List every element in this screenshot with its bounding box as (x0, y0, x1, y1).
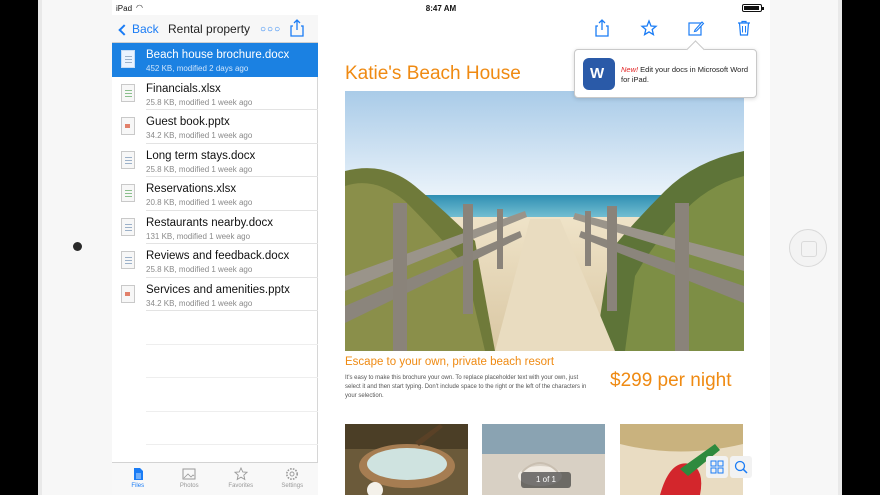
tab-photos[interactable]: Photos (164, 463, 216, 495)
file-row[interactable]: Reservations.xlsx 20.8 KB, modified 1 we… (121, 177, 318, 211)
file-row[interactable]: Beach house brochure.docx 452 KB, modifi… (112, 43, 318, 77)
popover-message: New! Edit your docs in Microsoft Word fo… (621, 65, 753, 85)
tab-bar: Files Photos Favorites Settings (112, 462, 318, 495)
share-icon[interactable] (593, 19, 611, 37)
back-label: Back (132, 22, 159, 36)
file-sidebar: Back Rental property ○○○ Beach house bro… (112, 15, 318, 495)
status-time: 8:47 AM (425, 4, 457, 13)
document-toolbar (318, 15, 770, 43)
docx-file-icon (121, 50, 135, 68)
star-icon[interactable] (640, 19, 658, 37)
page-indicator: 1 of 1 (521, 472, 571, 488)
tab-label: Photos (179, 483, 199, 489)
empty-row (146, 311, 318, 345)
empty-row (146, 412, 318, 445)
file-meta: 131 KB, modified 1 week ago (146, 231, 251, 241)
file-list: Beach house brochure.docx 452 KB, modifi… (112, 43, 318, 445)
file-name: Long term stays.docx (146, 149, 256, 162)
folder-title: Rental property (168, 22, 251, 36)
word-app-icon (583, 58, 615, 90)
tab-label: Files (131, 483, 145, 489)
file-row[interactable]: Long term stays.docx 25.8 KB, modified 1… (121, 144, 318, 177)
tab-label: Favorites (228, 483, 254, 489)
document-title: Katie's Beach House (345, 63, 521, 84)
empty-row (146, 345, 318, 378)
file-meta: 34.2 KB, modified 1 week ago (146, 131, 253, 140)
document-view[interactable]: Katie's Beach House Escape to your own, … (318, 43, 770, 495)
bath-salt-image (345, 424, 468, 495)
tab-files[interactable]: Files (112, 463, 164, 495)
document-tagline: Escape to your own, private beach resort (345, 356, 555, 368)
sidebar-nav-bar: Back Rental property ○○○ (112, 15, 318, 43)
file-name: Restaurants nearby.docx (146, 216, 273, 229)
screen: iPad ◠ 8:47 AM Back Rental property ○○○ … (112, 0, 770, 495)
grid-icon[interactable] (706, 456, 728, 478)
file-meta: 25.8 KB, modified 1 week ago (146, 97, 253, 107)
docx-file-icon (121, 217, 135, 236)
xlsx-file-icon (121, 83, 135, 102)
file-name: Guest book.pptx (146, 116, 230, 128)
tab-label: Settings (281, 483, 304, 489)
edit-icon[interactable] (687, 19, 705, 37)
file-meta: 20.8 KB, modified 1 week ago (146, 198, 253, 207)
trash-icon[interactable] (735, 19, 753, 37)
file-row[interactable]: Reviews and feedback.docx 25.8 KB, modif… (121, 244, 318, 278)
file-row[interactable]: Guest book.pptx 34.2 KB, modified 1 week… (121, 110, 318, 144)
file-meta: 34.2 KB, modified 1 week ago (146, 298, 253, 308)
file-meta: 25.8 KB, modified 1 week ago (146, 265, 253, 274)
bezel-left (0, 0, 112, 495)
file-row[interactable]: Financials.xlsx 25.8 KB, modified 1 week… (121, 77, 318, 110)
battery-icon (742, 4, 764, 12)
more-icon[interactable]: ○○○ (260, 24, 281, 35)
home-button[interactable] (789, 229, 827, 267)
file-row[interactable]: Restaurants nearby.docx 131 KB, modified… (121, 211, 318, 244)
price-label: $299 per night (610, 370, 732, 391)
chevron-left-icon (118, 23, 130, 36)
file-meta: 25.8 KB, modified 1 week ago (146, 164, 253, 174)
search-icon[interactable] (730, 456, 752, 478)
file-name: Services and amenities.pptx (146, 283, 290, 296)
back-button[interactable]: Back (118, 22, 159, 36)
star-icon (233, 467, 248, 481)
popover-text: Edit your docs in Microsoft Word for iPa… (621, 65, 748, 84)
document-icon (133, 468, 143, 480)
pptx-file-icon (121, 117, 135, 135)
file-name: Financials.xlsx (146, 82, 221, 95)
document-body: It's easy to make this brochure your own… (345, 375, 587, 399)
photo-icon (182, 468, 196, 480)
empty-row (146, 378, 318, 412)
camera (73, 242, 82, 251)
file-name: Reservations.xlsx (146, 183, 237, 195)
share-icon[interactable] (289, 19, 305, 37)
status-bar: iPad ◠ 8:47 AM (112, 0, 770, 15)
file-row[interactable]: Services and amenities.pptx 34.2 KB, mod… (121, 278, 318, 311)
docx-file-icon (121, 251, 135, 269)
tab-settings[interactable]: Settings (267, 463, 319, 495)
file-name: Reviews and feedback.docx (146, 250, 290, 262)
pptx-file-icon (121, 284, 135, 303)
beach-boardwalk-image (345, 91, 744, 351)
tab-favorites[interactable]: Favorites (215, 463, 267, 495)
file-name: Beach house brochure.docx (146, 49, 290, 61)
new-badge: New! (621, 65, 639, 74)
gear-icon (286, 468, 299, 480)
file-meta: 452 KB, modified 2 days ago (146, 64, 249, 73)
word-promo-popover[interactable]: New! Edit your docs in Microsoft Word fo… (574, 49, 757, 98)
docx-file-icon (121, 150, 135, 169)
xlsx-file-icon (121, 184, 135, 202)
